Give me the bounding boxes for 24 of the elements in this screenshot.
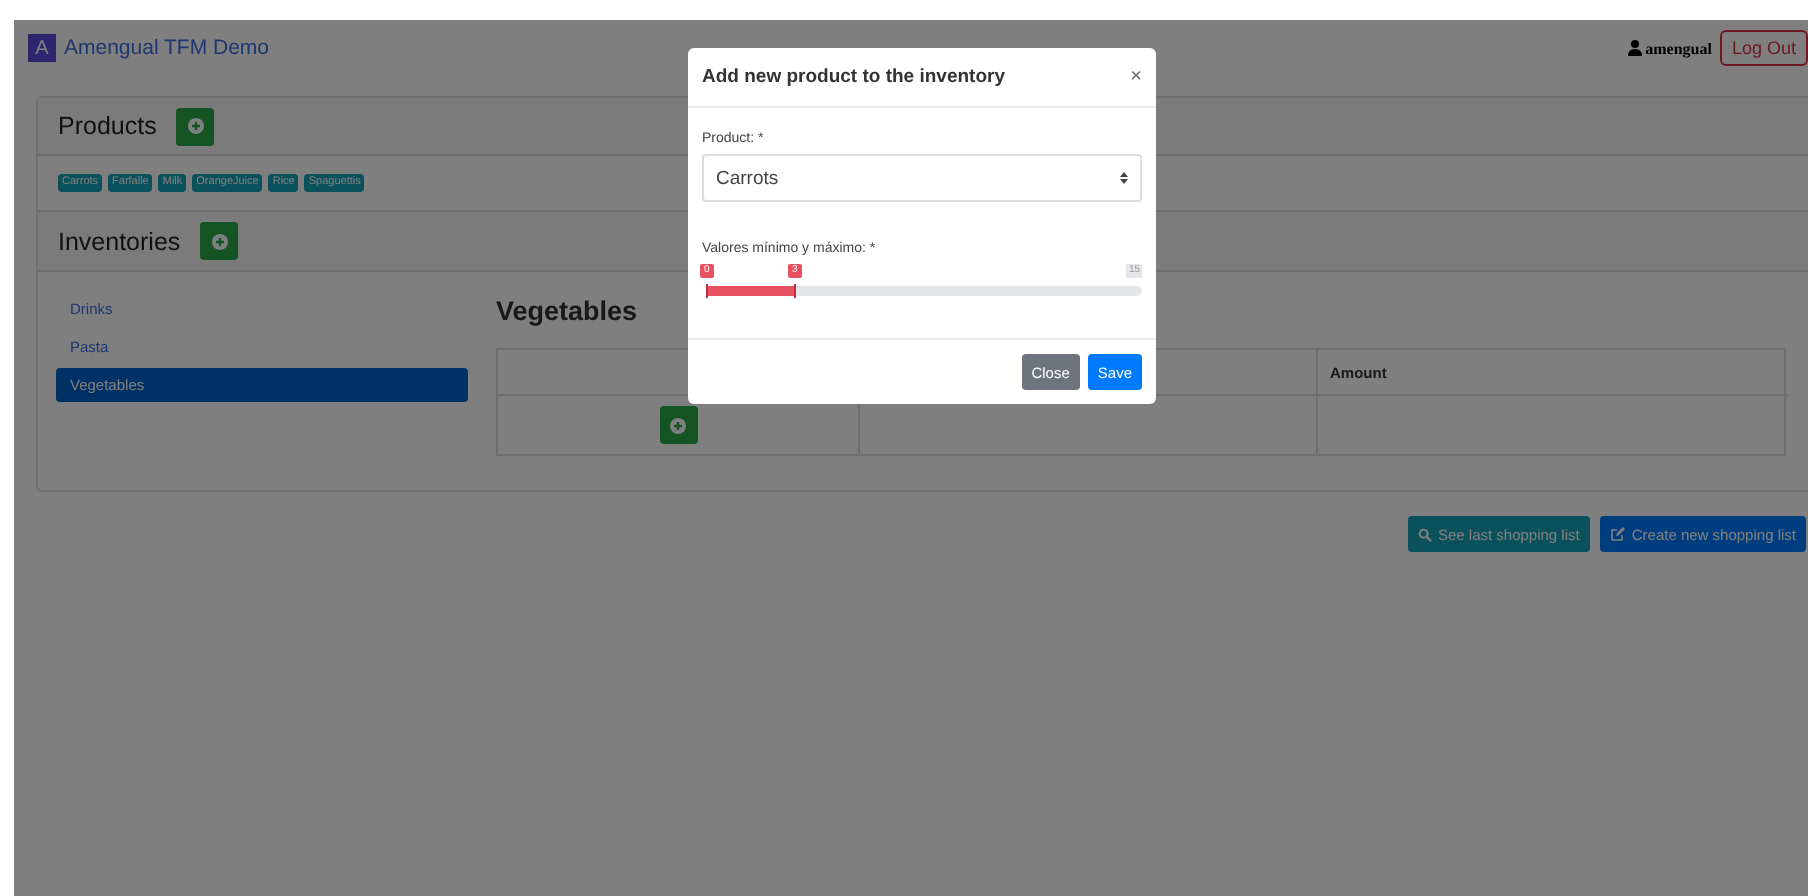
add-button[interactable] [659, 406, 697, 444]
add-button[interactable] [200, 222, 239, 260]
logout-button[interactable]: Log Out [1719, 30, 1808, 66]
plus-circle-icon [211, 233, 228, 249]
add-button[interactable] [176, 107, 215, 145]
slider-handle[interactable] [706, 284, 708, 298]
section-title: Products [58, 112, 157, 140]
section-title: Inventories [58, 227, 181, 255]
range-slider[interactable] [706, 286, 1142, 296]
slider-handle[interactable] [793, 284, 796, 298]
inventory-title: Vegetables [496, 296, 640, 330]
plus-circle-icon [670, 417, 686, 433]
modal-title: Add new product to the inventory [702, 66, 1005, 88]
product-select[interactable]: Carrots [702, 154, 1142, 202]
slider-fill [706, 286, 794, 296]
search-icon [1417, 527, 1432, 541]
plus-circle-icon [187, 118, 204, 134]
user-icon [1627, 40, 1642, 56]
user-label: amengual [1627, 39, 1712, 57]
close-icon[interactable]: × [1130, 66, 1142, 88]
brand-logo[interactable]: A [28, 34, 56, 62]
sort-icon [1120, 172, 1128, 184]
edit-icon [1609, 526, 1626, 542]
brand-name[interactable]: Amengual TFM Demo [64, 36, 270, 60]
